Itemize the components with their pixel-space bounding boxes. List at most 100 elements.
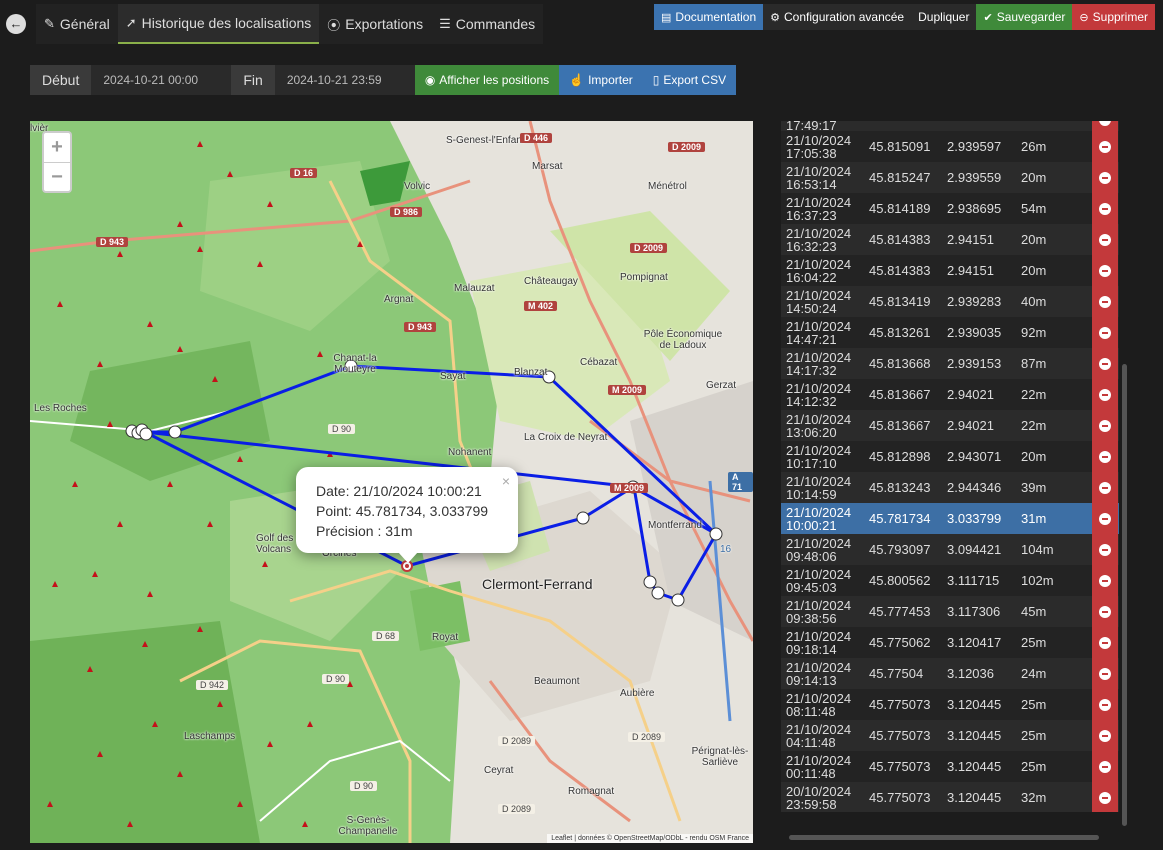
row-latitude: 45.814383 — [869, 263, 931, 278]
remove-button[interactable] — [1092, 627, 1118, 658]
table-row[interactable]: 21/10/2024 14:12:32 45.813667 2.94021 22m — [781, 379, 1119, 410]
documentation-button[interactable]: ▤ Documentation — [654, 4, 764, 30]
remove-button[interactable] — [1092, 658, 1118, 689]
table-row[interactable]: 21/10/2024 09:38:56 45.777453 3.117306 45m — [781, 596, 1119, 627]
table-row[interactable]: 21/10/2024 09:14:13 45.77504 3.12036 24m — [781, 658, 1119, 689]
start-date-input[interactable] — [91, 65, 232, 95]
rss-icon: ⦿ — [327, 17, 341, 33]
row-time: 14:17:32 — [786, 362, 837, 378]
table-row[interactable]: 21/10/2024 10:14:59 45.813243 2.944346 39m — [781, 472, 1119, 503]
zoom-out-button[interactable]: − — [44, 162, 70, 191]
save-button[interactable]: ✔ Sauvegarder — [976, 4, 1073, 30]
map-attribution[interactable]: Leaflet | données © OpenStreetMap/ODbL -… — [547, 834, 753, 843]
table-row[interactable]: 21/10/2024 16:04:22 45.814383 2.94151 20m — [781, 255, 1119, 286]
row-date: 21/10/2024 — [786, 349, 852, 365]
tab-location-history-label: Historique des localisations — [141, 15, 312, 31]
end-date-input[interactable] — [274, 65, 415, 95]
table-row[interactable]: 21/10/2024 14:17:32 45.813668 2.939153 87m — [781, 348, 1119, 379]
table-row[interactable]: 21/10/2024 09:45:03 45.800562 3.111715 102m — [781, 565, 1119, 596]
remove-button[interactable] — [1092, 193, 1118, 224]
table-row[interactable]: 21/10/2024 04:11:48 45.775073 3.120445 25m — [781, 720, 1119, 751]
remove-button[interactable] — [1092, 348, 1118, 379]
tab-commands[interactable]: ☰ Commandes — [431, 4, 543, 44]
row-latitude: 45.813668 — [869, 356, 931, 371]
map-view[interactable]: lvièr S-Genest-l'Enfant Marsat Volvic Mé… — [30, 121, 753, 843]
table-row[interactable]: 21/10/2024 14:50:24 45.813419 2.939283 40m — [781, 286, 1119, 317]
road-label: D 2009 — [630, 243, 668, 253]
remove-button[interactable] — [1092, 131, 1118, 162]
row-time: 09:14:13 — [786, 672, 837, 688]
scroll-thumb[interactable] — [1122, 364, 1127, 826]
row-time: 13:06:20 — [786, 424, 837, 440]
remove-button[interactable] — [1092, 565, 1118, 596]
row-date: 21/10/2024 — [786, 225, 852, 241]
remove-button[interactable] — [1092, 286, 1118, 317]
zoom-in-button[interactable]: + — [44, 133, 70, 162]
remove-button[interactable] — [1092, 689, 1118, 720]
remove-button[interactable] — [1092, 751, 1118, 782]
export-csv-button[interactable]: ▯ Export CSV — [642, 65, 737, 95]
row-time: 04:11:48 — [786, 734, 836, 750]
row-time: 16:53:14 — [786, 176, 837, 192]
table-row[interactable]: 21/10/2024 08:11:48 45.775073 3.120445 25m — [781, 689, 1119, 720]
map-label-st-genest: S-Genest-l'Enfant — [446, 135, 525, 146]
remove-button[interactable] — [1092, 534, 1118, 565]
remove-button[interactable] — [1092, 162, 1118, 193]
date-filter-bar: Début Fin ◉ Afficher les positions ☝ Imp… — [30, 65, 737, 95]
list-horizontal-scrollbar[interactable] — [781, 833, 1119, 842]
table-row[interactable]: 21/10/2024 16:37:23 45.814189 2.938695 54m — [781, 193, 1119, 224]
table-row[interactable]: 21/10/2024 16:32:23 45.814383 2.94151 20m — [781, 224, 1119, 255]
table-row[interactable]: 21/10/2024 10:17:10 45.812898 2.943071 20m — [781, 441, 1119, 472]
map-label-romagnat: Romagnat — [568, 786, 615, 797]
remove-button[interactable] — [1092, 441, 1118, 472]
row-longitude: 2.94021 — [947, 418, 994, 433]
remove-button[interactable] — [1092, 317, 1118, 348]
import-button[interactable]: ☝ Importer — [559, 65, 643, 95]
minus-circle-icon — [1099, 171, 1111, 184]
back-arrow-icon[interactable]: ← — [6, 14, 26, 34]
map-label-beaumont: Beaumont — [534, 676, 580, 687]
remove-button[interactable] — [1092, 224, 1118, 255]
row-time: 08:11:48 — [786, 703, 836, 719]
row-time: 09:45:03 — [786, 579, 837, 595]
table-row[interactable]: 20/10/2024 23:59:58 45.775073 3.120445 32m — [781, 782, 1119, 812]
duplicate-button[interactable]: Dupliquer — [911, 4, 977, 30]
remove-button[interactable] — [1092, 255, 1118, 286]
show-positions-button[interactable]: ◉ Afficher les positions — [414, 65, 560, 95]
scroll-thumb[interactable] — [789, 835, 1099, 840]
row-date: 21/10/2024 — [786, 287, 852, 303]
remove-button[interactable] — [1092, 720, 1118, 751]
row-longitude: 3.12036 — [947, 666, 994, 681]
minus-circle-icon — [1099, 667, 1111, 680]
table-row[interactable]: 21/10/2024 13:06:20 45.813667 2.94021 22m — [781, 410, 1119, 441]
row-precision: 40m — [1021, 294, 1047, 309]
table-row[interactable]: 21/10/2024 09:48:06 45.793097 3.094421 104m — [781, 534, 1119, 565]
row-date: 21/10/2024 — [786, 256, 852, 272]
row-datetime: 21/10/2024 17:05:38 — [781, 134, 869, 160]
close-icon[interactable]: × — [502, 471, 510, 491]
remove-button[interactable] — [1092, 472, 1118, 503]
table-row[interactable]: 21/10/2024 09:18:14 45.775062 3.120417 25m — [781, 627, 1119, 658]
table-row[interactable]: 21/10/2024 16:53:14 45.815247 2.939559 20m — [781, 162, 1119, 193]
minus-circle-icon: ⊖ — [1079, 11, 1089, 24]
remove-button[interactable] — [1092, 379, 1118, 410]
row-date: 21/10/2024 — [786, 566, 852, 582]
tab-general-label: Général — [59, 16, 110, 32]
remove-button[interactable] — [1092, 782, 1118, 812]
remove-button[interactable] — [1092, 596, 1118, 627]
minus-circle-icon — [1099, 729, 1111, 742]
tab-general[interactable]: ✎ Général — [36, 4, 118, 44]
table-row[interactable]: 21/10/2024 14:47:21 45.813261 2.939035 92m — [781, 317, 1119, 348]
delete-button[interactable]: ⊖ Supprimer — [1072, 4, 1155, 30]
row-latitude: 45.777453 — [869, 604, 931, 619]
advanced-config-button[interactable]: ⚙ Configuration avancée — [763, 4, 912, 30]
list-vertical-scrollbar[interactable] — [1120, 121, 1129, 827]
remove-button[interactable] — [1092, 410, 1118, 441]
remove-button[interactable] — [1092, 503, 1118, 534]
tab-location-history[interactable]: ➚ Historique des localisations — [117, 4, 320, 44]
table-row[interactable]: 21/10/2024 00:11:48 45.775073 3.120445 25m — [781, 751, 1119, 782]
table-row[interactable]: 21/10/2024 10:00:21 45.781734 3.033799 31m — [781, 503, 1119, 534]
tab-exports[interactable]: ⦿ Exportations — [319, 4, 431, 44]
table-row[interactable]: 21/10/2024 17:05:38 45.815091 2.939597 26m — [781, 131, 1119, 162]
map-label-ceyrat: Ceyrat — [484, 765, 514, 776]
